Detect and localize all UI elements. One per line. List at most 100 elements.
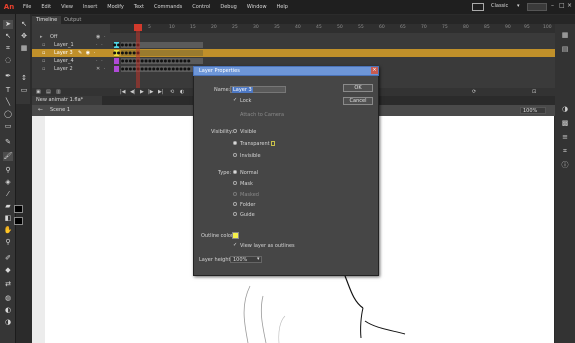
layer-visibility-icon[interactable]: · ·	[96, 57, 104, 65]
cancel-button[interactable]: Cancel	[343, 97, 373, 105]
info-icon[interactable]: ⓘ	[560, 160, 570, 170]
onion-skin-icon[interactable]: ◐	[180, 88, 184, 96]
new-layer-icon[interactable]: ▣	[36, 88, 41, 96]
menu-file[interactable]: File	[18, 0, 36, 14]
playhead[interactable]	[136, 24, 140, 88]
bone-tool-icon[interactable]: ⚲	[3, 166, 13, 175]
tab-output[interactable]: Output	[60, 16, 85, 24]
menu-commands[interactable]: Commands	[149, 0, 187, 14]
menu-view[interactable]: View	[56, 0, 78, 14]
invisible-radio[interactable]	[233, 153, 237, 157]
chevron-down-icon[interactable]: ▾	[257, 256, 260, 262]
stroke-swatch[interactable]	[14, 205, 23, 213]
menu-window[interactable]: Window	[242, 0, 272, 14]
fill-color-icon[interactable]: ◆	[3, 266, 13, 275]
camera-tool-icon[interactable]: ◧	[3, 214, 13, 223]
delete-layer-icon[interactable]: ▥	[56, 88, 61, 96]
go-first-icon[interactable]: |◀	[120, 88, 126, 96]
close-icon[interactable]: ×	[371, 67, 378, 74]
playhead-marker[interactable]	[134, 24, 142, 31]
library-icon[interactable]: ▤	[560, 44, 570, 54]
view-outline-checkbox[interactable]: ✓	[233, 242, 237, 248]
visible-radio[interactable]	[233, 129, 237, 133]
pencil-tool-icon[interactable]: ✎	[3, 138, 13, 147]
search-input[interactable]	[527, 3, 547, 11]
zoom-tool-icon[interactable]: ⚲	[3, 238, 13, 247]
rotate-icon[interactable]: ⟳	[472, 88, 476, 96]
menu-text[interactable]: Text	[129, 0, 149, 14]
swap-colors-icon[interactable]: ⇄	[3, 280, 13, 289]
step-forward-icon[interactable]: |▶	[148, 88, 154, 96]
guide-radio[interactable]	[233, 212, 237, 216]
loop-icon[interactable]: ⟲	[170, 88, 174, 96]
outline-color-swatch[interactable]	[232, 232, 239, 239]
layer-visibility-icon[interactable]: ◉ ·	[96, 33, 107, 41]
play-icon[interactable]: ▶	[140, 88, 144, 96]
rectangle-primitive-icon[interactable]: ▭	[19, 86, 29, 95]
back-arrow-icon[interactable]: ←	[38, 106, 43, 113]
layer-row[interactable]: ▸ Off ◉ ·	[32, 33, 575, 41]
timeline-ruler[interactable]: 5 10 15 20 25 30 35 40 45 50 55 60 65 70…	[110, 24, 575, 33]
fit-icon[interactable]: ⊡	[532, 88, 536, 96]
layer-hidden-icon[interactable]: ✕ ·	[96, 65, 106, 73]
layer-name[interactable]: Layer 2	[54, 65, 73, 73]
align-icon[interactable]: ≡	[560, 132, 570, 142]
folder-radio[interactable]	[233, 202, 237, 206]
smooth-icon[interactable]: ◐	[3, 306, 13, 315]
oval-tool-icon[interactable]: ◯	[3, 110, 13, 119]
layer-name-field[interactable]: Layer 3	[230, 86, 286, 93]
paint-bucket-tool-icon[interactable]: ◈	[3, 178, 13, 187]
stroke-color-icon[interactable]: ✐	[3, 254, 13, 263]
mask-radio[interactable]	[233, 181, 237, 185]
snap-icon[interactable]: ◍	[3, 294, 13, 303]
new-folder-icon[interactable]: ▤	[46, 88, 51, 96]
gradient-tool-icon[interactable]: ▦	[19, 44, 29, 53]
straighten-icon[interactable]: ◑	[3, 318, 13, 327]
pen-tool-icon[interactable]: ✒	[3, 72, 13, 81]
transform-icon[interactable]: ⌗	[560, 146, 570, 156]
rectangle-tool-icon[interactable]: ▭	[3, 122, 13, 131]
layer-name[interactable]: Layer 3	[54, 49, 73, 57]
pin-icon[interactable]: ↖	[19, 20, 29, 29]
ok-button[interactable]: OK	[343, 84, 373, 92]
normal-radio[interactable]	[233, 170, 237, 174]
pencil-icon[interactable]: ✎ ◉ ·	[78, 49, 96, 57]
swatches-icon[interactable]: ▩	[560, 118, 570, 128]
layer-name[interactable]: Layer_1	[54, 41, 74, 49]
text-tool-icon[interactable]: T	[3, 86, 13, 95]
hand-tool-icon[interactable]: ✋	[3, 226, 13, 235]
document-tab[interactable]: New animatr 1.fla*	[32, 96, 102, 105]
layer-name[interactable]: Layer_4	[54, 57, 74, 65]
subselection-tool-icon[interactable]: ↖	[3, 32, 13, 41]
layer-visibility-icon[interactable]: · ·	[96, 41, 104, 49]
layer-name[interactable]: Off	[50, 33, 57, 41]
tab-timeline[interactable]: Timeline	[32, 16, 62, 24]
go-last-icon[interactable]: ▶|	[158, 88, 164, 96]
zoom-select[interactable]: 100%	[520, 107, 546, 114]
menu-debug[interactable]: Debug	[215, 0, 241, 14]
eraser-tool-icon[interactable]: ▰	[3, 202, 13, 211]
sync-icon[interactable]	[472, 3, 484, 11]
transparent-radio[interactable]	[233, 141, 237, 145]
lasso-tool-icon[interactable]: ◌	[3, 56, 13, 65]
menu-modify[interactable]: Modify	[102, 0, 129, 14]
selection-tool-icon[interactable]: ➤	[3, 20, 13, 29]
lock-checkbox[interactable]: ✓	[233, 97, 237, 103]
menu-control[interactable]: Control	[187, 0, 215, 14]
scene-label[interactable]: Scene 1	[50, 107, 70, 113]
maximize-icon[interactable]: □	[559, 2, 565, 10]
close-icon[interactable]: ×	[567, 2, 573, 10]
brush-tool-icon[interactable]: 🖌	[3, 152, 13, 161]
line-tool-icon[interactable]: ╲	[3, 98, 13, 107]
minimize-icon[interactable]: –	[551, 2, 557, 10]
properties-icon[interactable]: ▦	[560, 30, 570, 40]
masked-radio[interactable]	[233, 192, 237, 196]
width-tool-icon[interactable]: ↕	[19, 74, 29, 83]
step-back-icon[interactable]: ◀|	[130, 88, 136, 96]
chevron-down-icon[interactable]: ▾	[517, 3, 520, 9]
layer-row[interactable]: ▫ Layer_4 · · ●●●●●●●●●●●●●●●●●●	[32, 57, 575, 65]
fill-swatch[interactable]	[14, 217, 23, 225]
workspace-switcher[interactable]: Classic	[491, 3, 508, 9]
free-transform-tool-icon[interactable]: ⌗	[3, 44, 13, 53]
menu-edit[interactable]: Edit	[36, 0, 56, 14]
